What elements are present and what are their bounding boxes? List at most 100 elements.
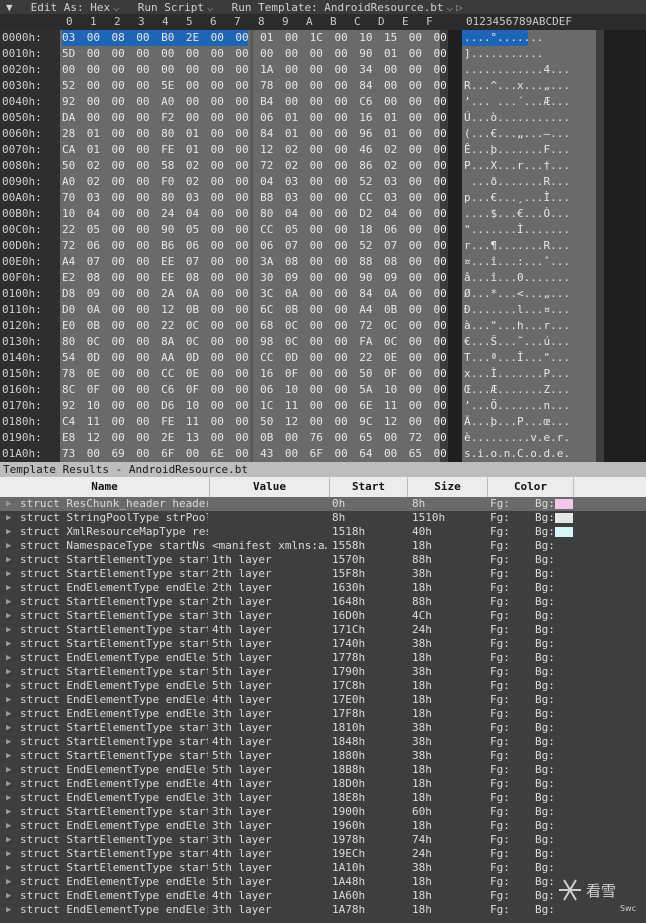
hex-bytes[interactable]: 8C 0F 00 00 C6 0F 00 00 06 10 00 00 5A 1… (62, 383, 447, 396)
hex-bytes[interactable]: D8 09 00 00 2A 0A 00 00 3C 0A 00 00 84 0… (62, 287, 447, 300)
play-icon[interactable]: ▷ (456, 1, 463, 14)
hex-row[interactable]: 0010h: 5D 00 00 00 00 00 00 00 00 00 00 0… (0, 46, 646, 62)
expand-arrow-icon[interactable]: ▶ (6, 707, 11, 721)
hex-bytes[interactable]: A0 02 00 00 F0 02 00 00 04 03 00 00 52 0… (62, 175, 447, 188)
ascii-text[interactable]: ¤...î...:...ˆ... (464, 255, 570, 268)
ascii-text[interactable]: €...Š...˜...ú... (464, 335, 570, 348)
expand-arrow-icon[interactable]: ▶ (6, 721, 11, 735)
expand-arrow-icon[interactable]: ▶ (6, 651, 11, 665)
hex-row[interactable]: 00E0h: A4 07 00 00 EE 07 00 00 3A 08 00 0… (0, 254, 646, 270)
template-row[interactable]: ▶ struct EndElementType endEle[… 3th layer… (0, 903, 646, 917)
color-swatch[interactable] (555, 513, 573, 523)
hex-bytes[interactable]: 80 0C 00 00 8A 0C 00 00 98 0C 00 00 FA 0… (62, 335, 447, 348)
edit-as-menu[interactable]: Edit As: Hex ⌵ (31, 1, 120, 14)
hex-row[interactable]: 0110h: D0 0A 00 00 12 0B 00 00 6C 0B 00 0… (0, 302, 646, 318)
hex-editor[interactable]: 0 1 2 3 4 5 6 7 8 9 A B C D E F 0123456789ABCDEF 0000h: 0… (0, 14, 646, 462)
template-row[interactable]: ▶ struct StartElementType start… 3th layer… (0, 609, 646, 623)
column-size[interactable]: Size (408, 477, 488, 497)
column-color[interactable]: Color (488, 477, 574, 497)
expand-arrow-icon[interactable]: ▶ (6, 693, 11, 707)
hex-bytes[interactable]: A4 07 00 00 EE 07 00 00 3A 08 00 00 88 0… (62, 255, 447, 268)
ascii-text[interactable]: ]........... (464, 47, 543, 60)
hex-bytes[interactable]: E2 08 00 00 EE 08 00 00 30 09 00 00 90 0… (62, 271, 447, 284)
expand-arrow-icon[interactable]: ▶ (6, 679, 11, 693)
template-row[interactable]: ▶ struct StartElementType start… 4th layer… (0, 735, 646, 749)
template-row[interactable]: ▶ struct EndElementType endEle[5] 5th laye… (0, 763, 646, 777)
template-row[interactable]: ▶ struct EndElementType endEle[1] 5th laye… (0, 651, 646, 665)
ascii-text[interactable]: R...^...x...„... (464, 79, 570, 92)
expand-arrow-icon[interactable]: ▶ (6, 623, 11, 637)
ascii-text[interactable]: s.i.o.n.C.o.d.e. (464, 447, 570, 460)
ascii-text[interactable]: è.........v.e.r. (464, 431, 570, 444)
template-row[interactable]: ▶ struct ResChunk_header header 0h 8h Fg: Bg: (0, 497, 646, 511)
ascii-text[interactable]: Ú...ò........... (464, 111, 570, 124)
hex-row[interactable]: 0130h: 80 0C 00 00 8A 0C 00 00 98 0C 00 0… (0, 334, 646, 350)
expand-arrow-icon[interactable]: ▶ (6, 847, 11, 861)
column-value[interactable]: Value (210, 477, 330, 497)
template-row[interactable]: ▶ struct StartElementType start… 5th layer… (0, 665, 646, 679)
template-row[interactable]: ▶ struct StartElementType start… 5th layer… (0, 749, 646, 763)
template-row[interactable]: ▶ struct StartElementType start… 3th layer… (0, 833, 646, 847)
ascii-text[interactable]: Ð.......l...¤... (464, 303, 570, 316)
ascii-text[interactable]: Ø...*...<...„... (464, 287, 570, 300)
template-row[interactable]: ▶ struct EndElementType endEle[6] 4th laye… (0, 777, 646, 791)
hex-row[interactable]: 0060h: 28 01 00 00 80 01 00 00 84 01 00 0… (0, 126, 646, 142)
template-row[interactable]: ▶ struct EndElementType endEle[0] 2th laye… (0, 581, 646, 595)
hex-row[interactable]: 0190h: E8 12 00 00 2E 13 00 00 0B 00 76 0… (0, 430, 646, 446)
template-row[interactable]: ▶ struct EndElementType endEle[7] 3th laye… (0, 791, 646, 805)
hex-bytes[interactable]: E8 12 00 00 2E 13 00 00 0B 00 76 00 65 0… (62, 431, 447, 444)
expand-arrow-icon[interactable]: ▶ (6, 749, 11, 763)
ascii-text[interactable]: Œ...Æ.......Z... (464, 383, 570, 396)
hex-bytes[interactable]: CA 01 00 00 FE 01 00 00 12 02 00 00 46 0… (62, 143, 447, 156)
hex-row[interactable]: 0160h: 8C 0F 00 00 C6 0F 00 00 06 10 00 0… (0, 382, 646, 398)
hex-row[interactable]: 0090h: A0 02 00 00 F0 02 00 00 04 03 00 0… (0, 174, 646, 190)
expand-arrow-icon[interactable]: ▶ (6, 833, 11, 847)
hex-row[interactable]: 0180h: C4 11 00 00 FE 11 00 00 50 12 00 0… (0, 414, 646, 430)
template-row[interactable]: ▶ struct StartElementType start… 1th layer… (0, 553, 646, 567)
ascii-text[interactable]: ............4... (464, 63, 570, 76)
run-script-menu[interactable]: Run Script ⌵ (138, 1, 214, 14)
template-row[interactable]: ▶ struct StartElementType start… 4th layer… (0, 623, 646, 637)
ascii-text[interactable]: ’...Ö.......n... (464, 399, 570, 412)
ascii-text[interactable]: P...X...r...†... (464, 159, 570, 172)
template-row[interactable]: ▶ struct EndElementType endEle[2] 5th laye… (0, 679, 646, 693)
template-row[interactable]: ▶ struct EndElementType endEle[9] 5th laye… (0, 875, 646, 889)
template-row[interactable]: ▶ struct StringPoolType strPool 8h 1510h Fg:… (0, 511, 646, 525)
template-row[interactable]: ▶ struct StartElementType start… 3th layer… (0, 721, 646, 735)
hex-bytes[interactable]: 22 05 00 00 90 05 00 00 CC 05 00 00 18 0… (62, 223, 447, 236)
ascii-text[interactable]: Ä...þ...P...œ... (464, 415, 570, 428)
ascii-text[interactable]: Ê...þ.......F... (464, 143, 570, 156)
hex-row[interactable]: 0070h: CA 01 00 00 FE 01 00 00 12 02 00 0… (0, 142, 646, 158)
template-row[interactable]: ▶ struct StartElementType start… 3th layer… (0, 805, 646, 819)
hex-row[interactable]: 00D0h: 72 06 00 00 B6 06 00 00 06 07 00 0… (0, 238, 646, 254)
expand-arrow-icon[interactable]: ▶ (6, 511, 11, 525)
column-start[interactable]: Start (330, 477, 408, 497)
hex-row[interactable]: 0080h: 50 02 00 00 58 02 00 00 72 02 00 0… (0, 158, 646, 174)
hex-row[interactable]: 00B0h: 10 04 00 00 24 04 00 00 80 04 00 0… (0, 206, 646, 222)
ascii-text[interactable]: ....$...€...Ò... (464, 207, 570, 220)
expand-arrow-icon[interactable]: ▶ (6, 791, 11, 805)
expand-arrow-icon[interactable]: ▶ (6, 903, 11, 917)
expand-arrow-icon[interactable]: ▶ (6, 553, 11, 567)
ascii-text[interactable]: â...î...0....... (464, 271, 570, 284)
template-row[interactable]: ▶ struct StartElementType start… 2th layer… (0, 567, 646, 581)
hex-row[interactable]: 0170h: 92 10 00 00 D6 10 00 00 1C 11 00 0… (0, 398, 646, 414)
ascii-text[interactable]: ...ð.......R... (464, 175, 570, 188)
hex-bytes[interactable]: C4 11 00 00 FE 11 00 00 50 12 00 00 9C 1… (62, 415, 447, 428)
template-row[interactable]: ▶ struct NamespaceType startNs <manifest x… (0, 539, 646, 553)
hex-bytes[interactable]: D0 0A 00 00 12 0B 00 00 6C 0B 00 00 A4 0… (62, 303, 447, 316)
hex-bytes[interactable]: 28 01 00 00 80 01 00 00 84 01 00 00 96 0… (62, 127, 447, 140)
hex-bytes[interactable]: 92 10 00 00 D6 10 00 00 1C 11 00 00 6E 1… (62, 399, 447, 412)
expand-arrow-icon[interactable]: ▶ (6, 609, 11, 623)
hex-bytes[interactable]: 5D 00 00 00 00 00 00 00 00 00 00 00 90 0… (62, 47, 447, 60)
hex-row[interactable]: 0040h: 92 00 00 00 A0 00 00 00 B4 00 00 0… (0, 94, 646, 110)
template-row[interactable]: ▶ struct StartElementType start… 2th layer… (0, 595, 646, 609)
expand-arrow-icon[interactable]: ▶ (6, 861, 11, 875)
color-swatch[interactable] (555, 527, 573, 537)
hex-row[interactable]: 0140h: 54 0D 00 00 AA 0D 00 00 CC 0D 00 0… (0, 350, 646, 366)
hex-bytes[interactable]: 52 00 00 00 5E 00 00 00 78 00 00 00 84 0… (62, 79, 447, 92)
hex-bytes[interactable]: 00 00 00 00 00 00 00 00 1A 00 00 00 34 0… (62, 63, 447, 76)
hex-bytes[interactable]: 72 06 00 00 B6 06 00 00 06 07 00 00 52 0… (62, 239, 447, 252)
expand-arrow-icon[interactable]: ▶ (6, 805, 11, 819)
expand-arrow-icon[interactable]: ▶ (6, 763, 11, 777)
